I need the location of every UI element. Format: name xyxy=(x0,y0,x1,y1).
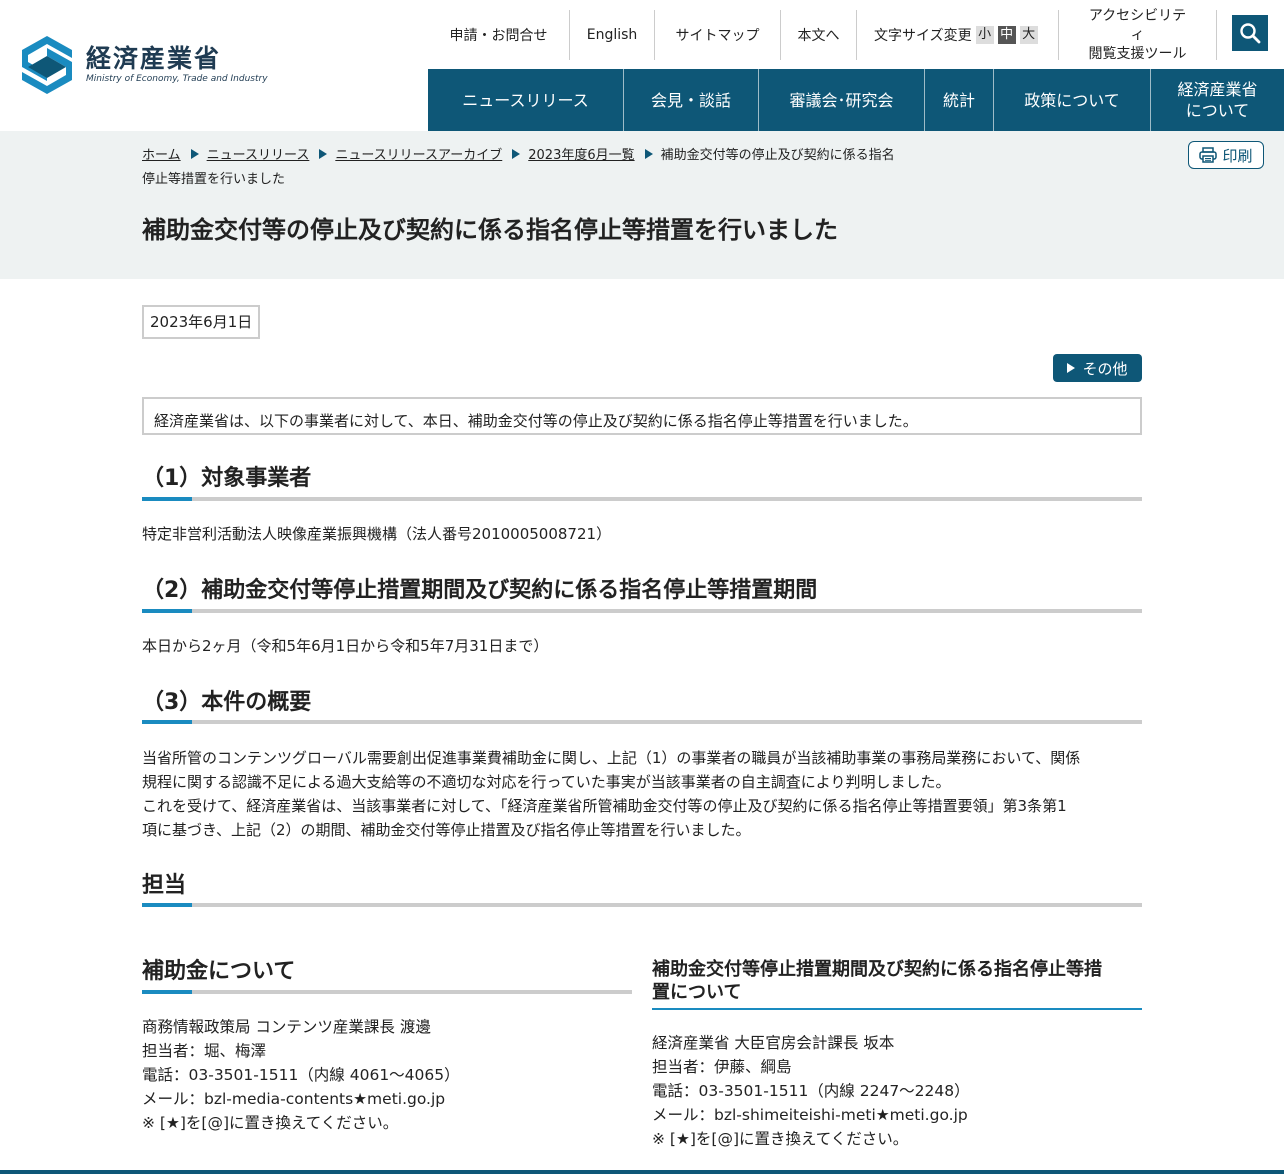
page-title: 補助金交付等の停止及び契約に係る指名停止等措置を行いました xyxy=(142,216,838,244)
meti-logo-icon xyxy=(22,36,72,94)
section-1-body: 特定非営利活動法人映像産業振興機構（法人番号2010005008721） xyxy=(142,525,612,543)
nav-policy[interactable]: 政策について xyxy=(994,69,1151,131)
nav-councils[interactable]: 審議会･研究会 xyxy=(759,69,925,131)
publish-date: 2023年6月1日 xyxy=(142,305,261,339)
sitemap-link[interactable]: サイトマップ xyxy=(655,10,781,60)
section-2-heading: （2）補助金交付等停止措置期間及び契約に係る指名停止等措置期間 xyxy=(142,578,818,603)
contact-2-heading: 補助金交付等停止措置期間及び契約に係る指名停止等措 置について xyxy=(652,958,1142,1004)
contact-rule xyxy=(142,903,1142,907)
english-link[interactable]: English xyxy=(570,10,655,60)
contact-heading: 担当 xyxy=(142,873,187,898)
meti-logo[interactable]: 経済産業省 Ministry of Economy, Trade and Ind… xyxy=(20,34,268,96)
section-1-rule xyxy=(142,497,1142,501)
nav-about-meti[interactable]: 経済産業省 について xyxy=(1151,69,1284,131)
lead-text: 経済産業省は、以下の事業者に対して、本日、補助金交付等の停止及び契約に係る指名停… xyxy=(142,397,1142,435)
contact-2-heading-line1: 補助金交付等停止措置期間及び契約に係る指名停止等措 xyxy=(652,959,1102,980)
global-nav: ニュースリリース 会見・談話 審議会･研究会 統計 政策について 経済産業省 に… xyxy=(428,69,1284,131)
contact-2-department: 経済産業省 大臣官房会計課長 坂本 xyxy=(652,1034,895,1052)
contact-2-heading-line2: 置について xyxy=(652,982,742,1003)
breadcrumb-arrow-icon xyxy=(512,149,521,159)
contact-1-note: ※ [★]を[@]に置き換えてください。 xyxy=(142,1114,399,1132)
nav-statistics[interactable]: 統計 xyxy=(925,69,994,131)
breadcrumb-arrow-icon xyxy=(644,149,653,159)
site-header: 経済産業省 Ministry of Economy, Trade and Ind… xyxy=(0,0,1284,131)
section-3-body-line1: 当省所管のコンテンツグローバル需要創出促進事業費補助金に関し、上記（1）の事業者… xyxy=(142,749,1081,767)
font-size-label: 文字サイズ変更 xyxy=(874,28,972,44)
contact-2-email: メール：bzl-shimeiteishi-meti★meti.go.jp xyxy=(652,1106,968,1124)
section-3-body-line3: これを受けて、経済産業省は、当該事業者に対して、「経済産業省所管補助金交付等の停… xyxy=(142,797,1067,815)
play-arrow-icon xyxy=(1067,363,1076,373)
breadcrumb-home[interactable]: ホーム xyxy=(142,148,181,163)
contact-2-details: 経済産業省 大臣官房会計課長 坂本 担当者：伊藤、綱島 電話：03-3501-1… xyxy=(652,1031,970,1151)
section-3-rule xyxy=(142,720,1142,724)
breadcrumb-arrow-icon xyxy=(319,149,328,159)
section-3-heading: （3）本件の概要 xyxy=(142,690,312,715)
breadcrumb-news-release[interactable]: ニュースリリース xyxy=(207,148,310,163)
contact-2-staff: 担当者：伊藤、綱島 xyxy=(652,1058,792,1076)
nav-about-line1: 経済産業省 xyxy=(1177,80,1258,99)
print-label: 印刷 xyxy=(1222,146,1253,165)
breadcrumb-monthly-list[interactable]: 2023年度6月一覧 xyxy=(528,148,634,163)
utility-nav: 申請・お問合せ English サイトマップ 本文へ 文字サイズ変更 小 中 大… xyxy=(428,7,1217,62)
breadcrumb: ホーム ニュースリリース ニュースリリースアーカイブ 2023年度6月一覧 補助金交付等… xyxy=(142,144,942,192)
breadcrumb-current-line2: 停止等措置を行いました xyxy=(142,172,286,187)
search-icon xyxy=(1240,23,1261,44)
category-other-button[interactable]: その他 xyxy=(1053,354,1142,382)
nav-press-conference[interactable]: 会見・談話 xyxy=(624,69,759,131)
contact-1-phone: 電話：03-3501-1511（内線 4061～4065） xyxy=(142,1066,460,1084)
contact-1-rule xyxy=(142,990,632,994)
section-2-rule xyxy=(142,609,1142,613)
contact-1-department: 商務情報政策局 コンテンツ産業課長 渡邊 xyxy=(142,1018,431,1036)
section-3-body-line2: 規程に関する認識不足による過大支給等の不適切な対応を行っていた事実が当該事業者の… xyxy=(142,773,951,791)
accessibility-tool-link[interactable]: アクセシビリティ 閲覧支援ツール xyxy=(1059,7,1217,62)
contact-2-rule xyxy=(652,1008,1142,1010)
accessibility-line2: 閲覧支援ツール xyxy=(1088,45,1187,62)
section-1-heading: （1）対象事業者 xyxy=(142,466,312,491)
section-2-body: 本日から2ヶ月（令和5年6月1日から令和5年7月31日まで） xyxy=(142,637,549,655)
footer-top-line xyxy=(0,1170,1284,1174)
contact-1-heading: 補助金について xyxy=(142,959,296,984)
logo-title: 経済産業省 xyxy=(86,44,222,73)
category-label: その他 xyxy=(1082,359,1128,378)
font-size-medium-button[interactable]: 中 xyxy=(997,26,1016,44)
nav-news-release[interactable]: ニュースリリース xyxy=(428,69,624,131)
accessibility-line1: アクセシビリティ xyxy=(1088,7,1187,43)
nav-about-line2: について xyxy=(1185,101,1250,120)
search-button[interactable] xyxy=(1232,15,1268,51)
printer-icon xyxy=(1199,147,1218,163)
logo-subtitle: Ministry of Economy, Trade and Industry xyxy=(86,74,268,84)
breadcrumb-current-line1: 補助金交付等の停止及び契約に係る指名 xyxy=(660,148,895,163)
contact-2-note: ※ [★]を[@]に置き換えてください。 xyxy=(652,1130,909,1148)
contact-1-email: メール：bzl-media-contents★meti.go.jp xyxy=(142,1090,446,1108)
contact-1-details: 商務情報政策局 コンテンツ産業課長 渡邊 担当者：堀、梅澤 電話：03-3501… xyxy=(142,1015,460,1135)
font-size-small-button[interactable]: 小 xyxy=(975,26,994,44)
section-3-body-line4: 項に基づき、上記（2）の期間、補助金交付等停止措置及び指名停止等措置を行いました… xyxy=(142,821,751,839)
breadcrumb-arrow-icon xyxy=(190,149,199,159)
contact-2-phone: 電話：03-3501-1511（内線 2247～2248） xyxy=(652,1082,970,1100)
skip-to-content-link[interactable]: 本文へ xyxy=(781,10,857,60)
contact-link[interactable]: 申請・お問合せ xyxy=(428,10,570,60)
font-size-large-button[interactable]: 大 xyxy=(1019,26,1038,44)
section-3-body: 当省所管のコンテンツグローバル需要創出促進事業費補助金に関し、上記（1）の事業者… xyxy=(142,746,1142,842)
print-button[interactable]: 印刷 xyxy=(1188,141,1264,169)
contact-1-staff: 担当者：堀、梅澤 xyxy=(142,1042,267,1060)
font-size-switcher: 文字サイズ変更 小 中 大 xyxy=(857,10,1059,60)
breadcrumb-archive[interactable]: ニュースリリースアーカイブ xyxy=(335,148,502,163)
